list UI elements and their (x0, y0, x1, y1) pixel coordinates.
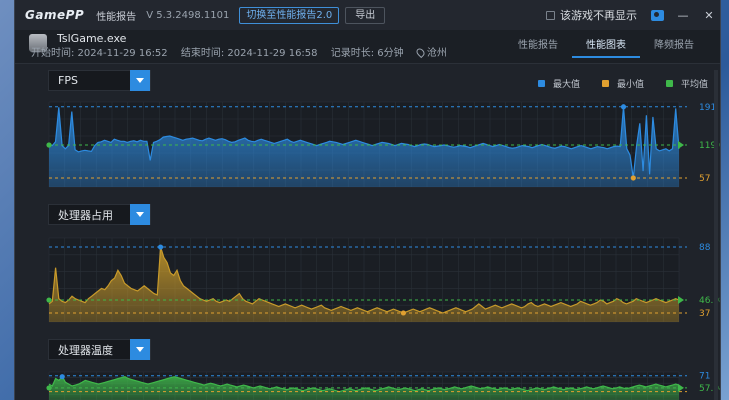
chart-0-avg-end-marker (678, 141, 684, 150)
chart-2-avg-start-marker (46, 385, 52, 391)
chart-1-min-label: 37 (699, 309, 710, 319)
chart-2-max-label: 71 (699, 372, 710, 382)
chart-2-max-marker (59, 374, 65, 380)
chart-1-avg-start-marker (46, 297, 52, 303)
chart-2-avg-end-marker (678, 383, 684, 392)
chart-0-min-marker (630, 175, 636, 181)
chart-0-max-marker (620, 104, 627, 110)
chart-0-avg-start-marker (46, 142, 52, 148)
charts-canvas: 191119.03578846.98377157.94 (46, 101, 720, 400)
chart-1-max-marker (157, 244, 164, 250)
chart-1-max-label: 88 (699, 243, 711, 253)
chart-0-min-label: 57 (699, 174, 710, 184)
scrollbar[interactable] (714, 70, 718, 400)
gamepp-window: GamePP 性能报告 V 5.3.2498.1101 切换至性能报告2.0 导… (14, 0, 721, 400)
chart-1-avg-end-marker (678, 296, 684, 305)
chart-1-min-marker (400, 310, 406, 316)
